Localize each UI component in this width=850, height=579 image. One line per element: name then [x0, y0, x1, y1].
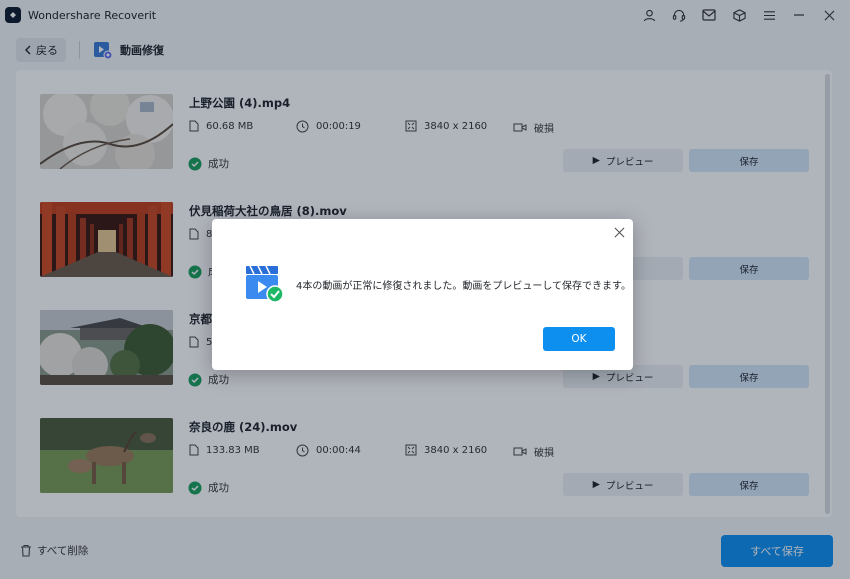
ok-button[interactable]: OK	[543, 327, 615, 351]
repair-complete-dialog: 4本の動画が正常に修復されました。動画をプレビューして保存できます。 OK	[212, 219, 633, 370]
dialog-message: 4本の動画が正常に修復されました。動画をプレビューして保存できます。	[296, 281, 632, 292]
video-success-icon	[245, 265, 285, 303]
dialog-close-button[interactable]	[610, 223, 628, 241]
close-icon	[614, 227, 624, 237]
